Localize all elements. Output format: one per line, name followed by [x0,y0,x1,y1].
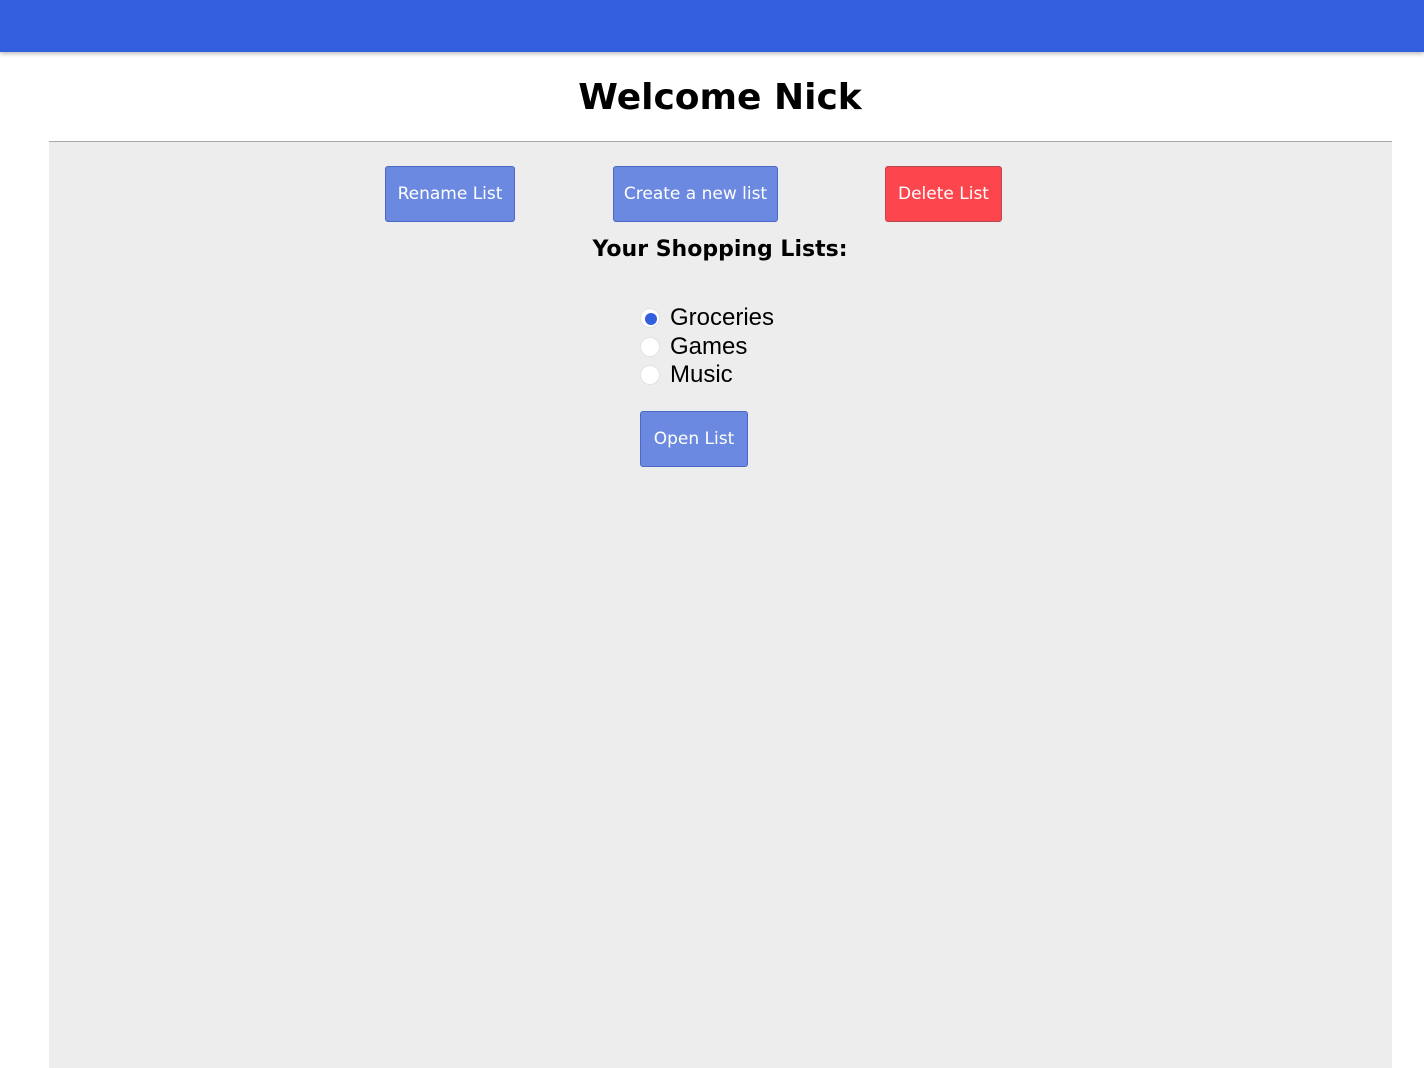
rename-list-button[interactable]: Rename List [385,166,515,222]
delete-list-button[interactable]: Delete List [885,166,1002,222]
create-list-button[interactable]: Create a new list [613,166,778,222]
list-item-label[interactable]: Groceries [670,304,774,332]
shopping-lists-heading: Your Shopping Lists: [592,237,848,262]
content-panel [49,141,1392,1068]
radio-groceries[interactable] [640,308,660,328]
page-title: Welcome Nick [578,77,862,118]
list-item-groceries[interactable]: Groceries [640,304,774,332]
radio-games[interactable] [640,337,660,357]
list-item-label[interactable]: Music [670,361,733,389]
list-item-games[interactable]: Games [640,333,747,361]
list-item-label[interactable]: Games [670,333,747,361]
radio-music[interactable] [640,365,660,385]
open-list-button[interactable]: Open List [640,411,748,467]
list-item-music[interactable]: Music [640,361,733,389]
top-app-bar [0,0,1424,52]
